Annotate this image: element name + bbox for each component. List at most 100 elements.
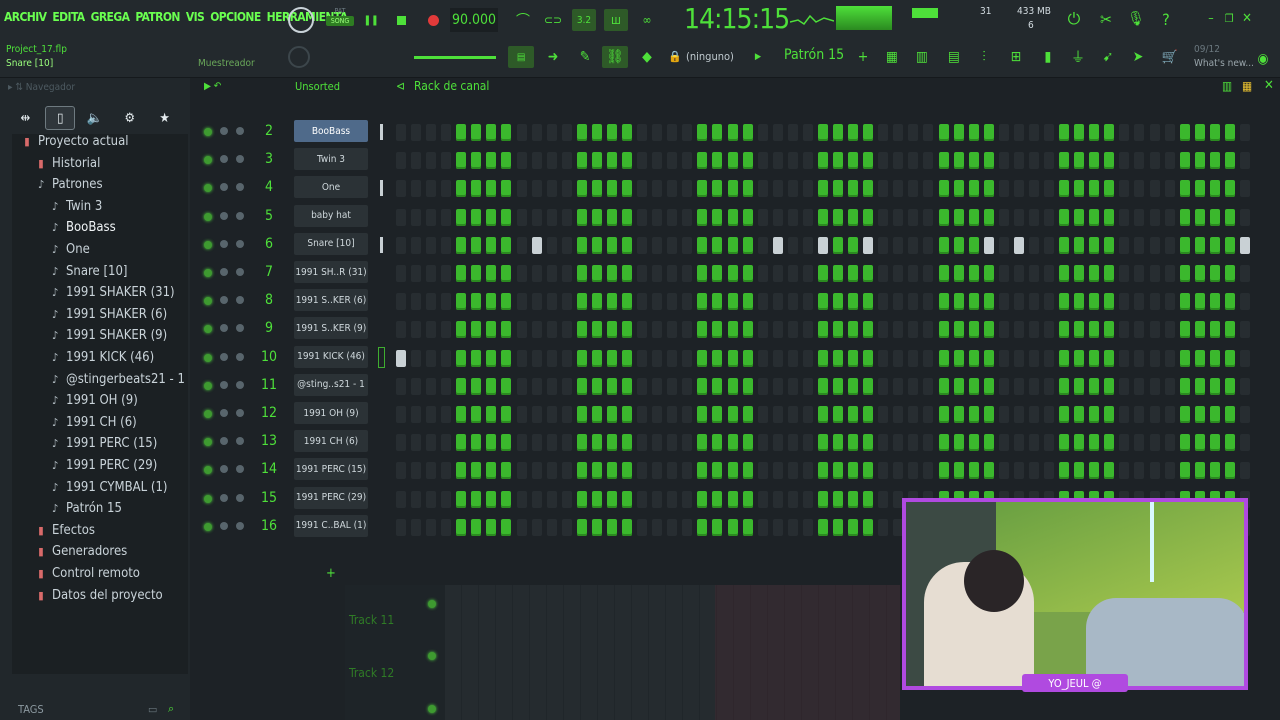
step-button[interactable] xyxy=(772,406,783,423)
channel-volume-knob[interactable] xyxy=(236,493,244,502)
plugins-tab-icon[interactable]: ⚙ xyxy=(115,106,145,130)
step-button[interactable] xyxy=(1209,434,1220,452)
step-button[interactable] xyxy=(637,462,648,480)
step-button[interactable] xyxy=(1013,265,1024,282)
tree-node[interactable]: ♪ BooBass xyxy=(50,220,116,235)
step-button[interactable] xyxy=(1164,321,1175,339)
step-button[interactable] xyxy=(1044,349,1054,367)
step-button[interactable] xyxy=(908,406,919,423)
step-button[interactable] xyxy=(1028,180,1039,198)
step-button[interactable] xyxy=(757,265,768,282)
step-button[interactable] xyxy=(622,321,633,339)
step-button[interactable] xyxy=(833,152,844,170)
step-button[interactable] xyxy=(561,377,572,395)
step-button[interactable] xyxy=(1239,293,1250,311)
step-button[interactable] xyxy=(983,462,994,480)
step-button[interactable] xyxy=(1194,236,1205,254)
channel-pan-knob[interactable] xyxy=(220,183,228,192)
step-button[interactable] xyxy=(697,152,708,170)
step-button[interactable] xyxy=(682,406,693,423)
step-button[interactable] xyxy=(426,462,437,480)
step-button[interactable] xyxy=(1209,462,1220,480)
step-button[interactable] xyxy=(471,434,482,452)
stop-button[interactable] xyxy=(392,9,410,31)
step-button[interactable] xyxy=(426,265,437,282)
step-button[interactable] xyxy=(561,518,572,536)
step-button[interactable] xyxy=(727,152,738,170)
step-button[interactable] xyxy=(757,236,768,254)
step-button[interactable] xyxy=(893,124,904,141)
channel-mute-led[interactable] xyxy=(204,494,212,503)
step-button[interactable] xyxy=(411,152,422,170)
step-button[interactable] xyxy=(501,490,512,508)
step-button[interactable] xyxy=(1224,180,1235,198)
step-button[interactable] xyxy=(1013,180,1024,198)
step-button[interactable] xyxy=(1134,208,1145,226)
step-button[interactable] xyxy=(712,434,723,452)
piano-icon[interactable]: ▤ xyxy=(944,47,964,67)
channel-mixer-track[interactable]: 16 xyxy=(256,518,282,534)
step-button[interactable] xyxy=(953,293,964,311)
step-button[interactable] xyxy=(878,208,889,226)
step-button[interactable] xyxy=(1149,236,1160,254)
step-button[interactable] xyxy=(576,490,587,508)
step-button[interactable] xyxy=(441,377,452,395)
step-button[interactable] xyxy=(1119,152,1130,170)
channel-name-button[interactable]: 1991 PERC (15) xyxy=(294,458,368,481)
tree-node[interactable]: ♪ 1991 PERC (29) xyxy=(50,458,157,473)
step-button[interactable] xyxy=(848,293,859,311)
step-button[interactable] xyxy=(1209,236,1220,254)
step-button[interactable] xyxy=(622,180,633,198)
step-button[interactable] xyxy=(501,180,512,198)
step-button[interactable] xyxy=(486,321,497,339)
step-button[interactable] xyxy=(456,152,467,170)
tree-node[interactable]: ♪ 1991 OH (9) xyxy=(50,393,138,408)
step-button[interactable] xyxy=(667,377,678,395)
step-button[interactable] xyxy=(953,208,964,226)
step-button[interactable] xyxy=(772,180,783,198)
step-button[interactable] xyxy=(1013,293,1024,311)
step-button[interactable] xyxy=(817,490,828,508)
step-button[interactable] xyxy=(576,236,587,254)
tree-node[interactable]: ▮ Efectos xyxy=(36,523,95,538)
step-button[interactable] xyxy=(637,490,648,508)
channel-mute-led[interactable] xyxy=(204,269,212,277)
step-button[interactable] xyxy=(772,462,783,480)
add-channel-icon[interactable]: + xyxy=(326,566,336,581)
step-button[interactable] xyxy=(712,236,723,254)
step-button[interactable] xyxy=(456,293,467,311)
step-button[interactable] xyxy=(787,321,798,339)
channel-pan-knob[interactable] xyxy=(220,296,228,305)
step-button[interactable] xyxy=(501,236,512,254)
step-button[interactable] xyxy=(1028,293,1039,311)
step-button[interactable] xyxy=(908,349,919,367)
channel-mute-led[interactable] xyxy=(204,128,212,136)
step-button[interactable] xyxy=(968,462,979,480)
step-button[interactable] xyxy=(1209,208,1220,226)
channel-name-button[interactable]: 1991 S..KER (9) xyxy=(294,317,368,340)
step-button[interactable] xyxy=(516,462,527,480)
menu-item[interactable]: EDITA xyxy=(52,10,85,24)
step-button[interactable] xyxy=(1224,377,1235,395)
step-button[interactable] xyxy=(531,208,542,226)
step-button[interactable] xyxy=(953,321,964,339)
menu-item[interactable]: VIS xyxy=(186,10,205,24)
step-button[interactable] xyxy=(923,377,934,395)
step-button[interactable] xyxy=(531,377,542,395)
step-button[interactable] xyxy=(757,377,768,395)
channel-name-button[interactable]: 1991 CH (6) xyxy=(294,430,368,453)
piano-roll-icon[interactable]: ▤ xyxy=(508,46,534,68)
step-button[interactable] xyxy=(1074,434,1085,452)
step-button[interactable] xyxy=(757,293,768,311)
step-button[interactable] xyxy=(652,490,663,508)
step-button[interactable] xyxy=(1209,377,1220,395)
step-button[interactable] xyxy=(712,152,723,170)
step-button[interactable] xyxy=(606,462,617,480)
step-button[interactable] xyxy=(396,377,406,395)
step-button[interactable] xyxy=(983,293,994,311)
step-button[interactable] xyxy=(1164,293,1175,311)
main-pitch-knob[interactable] xyxy=(288,46,310,68)
channel-name-button[interactable]: One xyxy=(294,176,368,199)
step-button[interactable] xyxy=(486,406,497,423)
step-button[interactable] xyxy=(998,152,1009,170)
